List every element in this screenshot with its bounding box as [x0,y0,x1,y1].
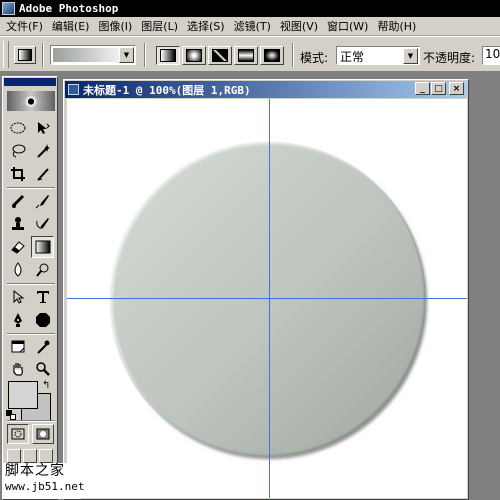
chevron-down-icon[interactable]: ▼ [119,47,134,63]
eyedropper-tool-icon[interactable] [31,336,54,358]
radial-gradient-icon [186,49,202,62]
screen-mode-full-button[interactable] [39,449,53,463]
gradient-tool-icon [18,49,32,61]
screen-mode-full-menu-button[interactable] [23,449,37,463]
separator [42,43,44,67]
standard-mode-button[interactable] [7,424,29,444]
angle-gradient-button[interactable] [208,46,232,65]
slice-tool-icon[interactable] [31,163,54,185]
custom-shape-tool-icon[interactable] [31,309,54,331]
separator [292,43,294,67]
clone-stamp-tool-icon[interactable] [6,213,29,235]
photoshop-app-icon [2,2,15,15]
type-tool-icon[interactable] [31,286,54,308]
dodge-tool-icon[interactable] [31,259,54,281]
history-brush-tool-icon[interactable] [31,213,54,235]
radial-gradient-button[interactable] [182,46,206,65]
minimize-button[interactable]: _ [415,82,430,95]
diamond-gradient-button[interactable] [260,46,284,65]
menu-select[interactable]: 选择(S) [181,18,228,34]
menu-bar: 文件(F) 编辑(E) 图像(I) 图层(L) 选择(S) 滤镜(T) 视图(V… [0,17,500,36]
crop-tool-icon[interactable] [6,163,29,185]
move-tool-icon[interactable] [31,117,54,139]
chevron-down-icon[interactable]: ▼ [403,48,418,64]
watermark: 脚本之家 www.jb51.net [3,463,85,499]
separator [144,43,146,67]
menu-filter[interactable]: 滤镜(T) [228,18,274,34]
hand-tool-icon[interactable] [6,358,29,380]
watermark-line2: www.jb51.net [5,480,85,493]
brush-tool-icon[interactable] [31,190,54,212]
linear-gradient-icon [160,49,176,62]
gradient-picker[interactable]: ▼ [50,45,136,65]
linear-gradient-button[interactable] [156,46,180,65]
menu-window[interactable]: 窗口(W) [321,18,371,34]
options-bar-grip[interactable] [3,41,9,68]
healing-brush-tool-icon[interactable] [6,190,29,212]
horizontal-guide[interactable] [67,298,467,299]
document-icon [68,84,79,95]
close-button[interactable]: × [449,82,464,95]
photoshop-eye-icon[interactable] [7,91,55,111]
diamond-gradient-icon [264,49,280,62]
document-titlebar[interactable]: 未标题-1 @ 100%(图层 1,RGB) [65,81,467,98]
menu-help[interactable]: 帮助(H) [371,18,419,34]
opacity-label: 不透明度: [423,51,476,65]
reflected-gradient-icon [238,49,254,62]
notes-tool-icon[interactable] [6,336,29,358]
app-title: Adobe Photoshop [19,2,119,15]
angle-gradient-icon [212,49,228,62]
toolbox-divider [7,283,55,285]
blur-tool-icon[interactable] [6,259,29,281]
app-titlebar: Adobe Photoshop [0,0,500,17]
foreground-color-swatch[interactable] [8,381,38,409]
default-colors-icon[interactable] [6,410,16,420]
quick-mask-button[interactable] [32,424,54,444]
toolbox-divider [7,187,55,189]
toolbox-divider [7,333,55,335]
document-window: 未标题-1 @ 100%(图层 1,RGB) _ □ × [63,79,469,500]
mode-select[interactable]: 正常 ▼ [336,46,420,65]
watermark-line1: 脚本之家 [5,463,65,479]
path-selection-tool-icon[interactable] [6,286,29,308]
toolbox-divider [7,420,55,422]
menu-file[interactable]: 文件(F) [0,18,46,34]
gradient-tool-icon[interactable] [31,236,54,258]
reflected-gradient-button[interactable] [234,46,258,65]
magic-wand-tool-icon[interactable] [31,140,54,162]
maximize-button[interactable]: □ [431,82,446,95]
marquee-tool-icon[interactable] [6,117,29,139]
screen-mode-standard-button[interactable] [7,449,21,463]
mode-label: 模式: [300,51,329,65]
eraser-tool-icon[interactable] [6,236,29,258]
options-bar: ▼ 模式: 正常 ▼ 不透明度: 100 [0,36,500,72]
swap-colors-icon[interactable]: ↰ [42,380,50,391]
menu-layer[interactable]: 图层(L) [135,18,181,34]
tool-preset-picker[interactable] [14,46,36,64]
gradient-preview [53,48,119,62]
lasso-tool-icon[interactable] [6,140,29,162]
toolbox: ↰ [2,76,58,500]
menu-view[interactable]: 视图(V) [274,18,321,34]
zoom-tool-icon[interactable] [31,358,54,380]
toolbox-titlebar[interactable] [4,78,56,86]
pen-tool-icon[interactable] [6,309,29,331]
canvas[interactable] [67,99,467,498]
mode-value: 正常 [340,50,365,64]
opacity-input[interactable]: 100 [482,46,500,65]
menu-edit[interactable]: 编辑(E) [46,18,93,34]
menu-image[interactable]: 图像(I) [92,18,135,34]
document-title: 未标题-1 @ 100%(图层 1,RGB) [83,83,251,97]
